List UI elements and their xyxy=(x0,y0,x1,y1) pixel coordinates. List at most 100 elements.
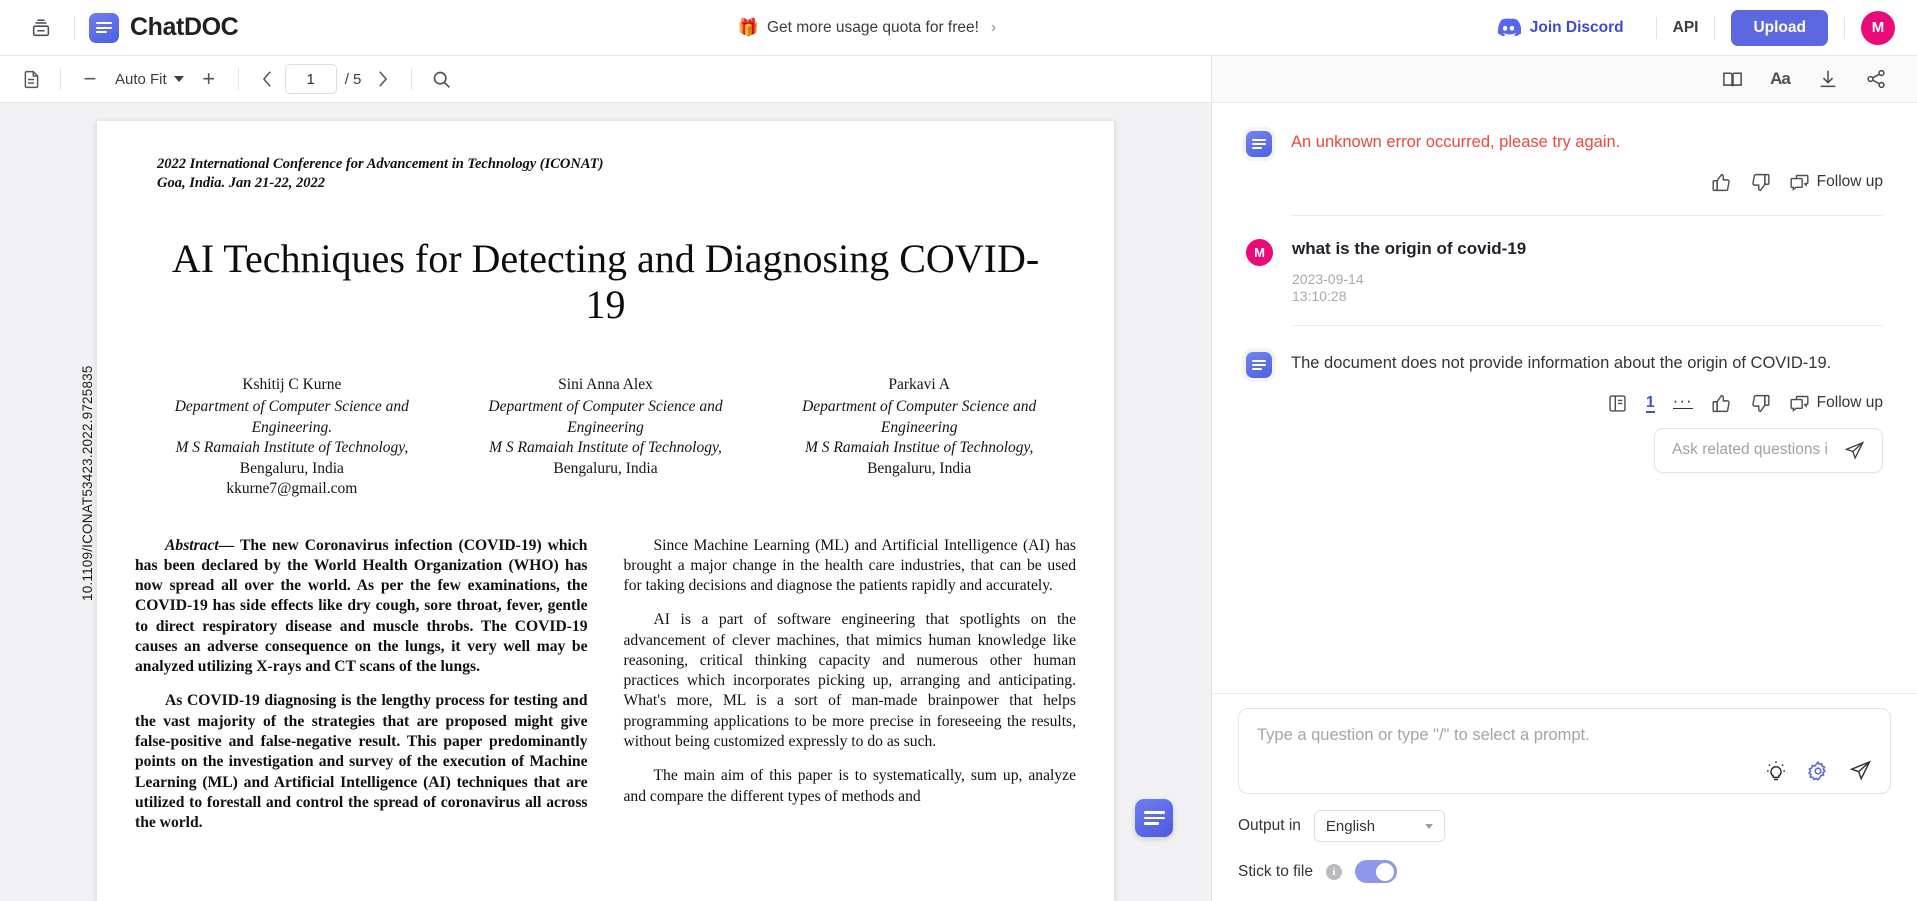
pdf-page: 10.1109/ICONAT53423.2022.9725835 2022 In… xyxy=(80,121,1114,901)
header-divider xyxy=(74,15,75,40)
zoom-out-button[interactable]: − xyxy=(73,62,107,96)
zoom-in-button[interactable]: + xyxy=(192,62,226,96)
upload-button[interactable]: Upload xyxy=(1731,9,1828,46)
message-actions: Follow up xyxy=(1291,172,1883,193)
chatdoc-bot-icon xyxy=(1246,351,1272,378)
download-icon[interactable] xyxy=(1809,62,1847,96)
abstract-paragraph: Abstract— The new Coronavirus infection … xyxy=(135,536,588,678)
avatar[interactable]: M xyxy=(1861,10,1895,45)
zoom-level-select[interactable]: Auto Fit xyxy=(107,66,192,93)
chatdoc-bot-icon xyxy=(1246,131,1272,157)
join-discord-link[interactable]: Join Discord xyxy=(1496,18,1624,37)
message-body: An unknown error occurred, please try ag… xyxy=(1291,129,1883,216)
followup-label: Follow up xyxy=(1816,173,1883,191)
question-body: what is the origin of covid-19 2023-09-1… xyxy=(1292,238,1883,326)
output-language-select[interactable]: English xyxy=(1313,810,1445,842)
book-icon[interactable] xyxy=(1713,62,1751,96)
thumbs-up-icon[interactable] xyxy=(1711,172,1732,193)
doi-vertical-text: 10.1109/ICONAT53423.2022.9725835 xyxy=(80,365,95,601)
followup-button[interactable]: Follow up xyxy=(1789,393,1883,414)
chat-panel: Aa An unknown error occurred, please try… xyxy=(1211,56,1917,901)
more-icon[interactable]: ··· xyxy=(1672,392,1693,410)
zoom-in-label: + xyxy=(202,66,216,91)
author-entry: Parkavi A Department of Computer Science… xyxy=(762,375,1076,500)
toolbar-divider xyxy=(60,68,61,90)
api-link[interactable]: API xyxy=(1673,19,1699,37)
message-actions: 1 ··· Follow up xyxy=(1291,392,1883,414)
intro-paragraph-1: Since Machine Learning (ML) and Artifici… xyxy=(623,536,1077,595)
composer[interactable]: Type a question or type "/" to select a … xyxy=(1238,707,1891,794)
author-city: Bengaluru, India xyxy=(867,459,972,477)
app-root: ChatDOC 🎁 Get more usage quota for free!… xyxy=(0,0,1917,901)
intro-column: Since Machine Learning (ML) and Artifici… xyxy=(624,536,1077,848)
send-icon[interactable] xyxy=(1844,440,1865,461)
output-language-row: Output in English xyxy=(1238,810,1891,842)
search-icon[interactable] xyxy=(424,62,458,96)
document-outline-icon[interactable] xyxy=(14,62,48,96)
intro-paragraph-2: AI is a part of software engineering tha… xyxy=(623,611,1077,750)
stick-to-file-toggle[interactable] xyxy=(1354,860,1397,883)
send-icon[interactable] xyxy=(1849,759,1872,782)
header-divider xyxy=(1714,16,1716,39)
thumbs-up-icon[interactable] xyxy=(1711,393,1732,414)
pdf-viewer: − Auto Fit + / 5 xyxy=(0,56,1211,901)
paper-title: AI Techniques for Detecting and Diagnosi… xyxy=(171,236,1040,328)
related-questions-label: Ask related questions i xyxy=(1672,441,1828,459)
toolbar-divider xyxy=(411,68,413,90)
question-time: 13:10:28 xyxy=(1292,288,1347,305)
thumbs-down-icon[interactable] xyxy=(1750,172,1771,193)
abstract-column: Abstract— The new Coronavirus infection … xyxy=(135,536,588,848)
gear-icon[interactable] xyxy=(1807,760,1829,782)
header-center: 🎁 Get more usage quota for free! › xyxy=(238,18,1495,38)
message-error: An unknown error occurred, please try ag… xyxy=(1212,103,1917,216)
chat-toolbar: Aa xyxy=(1212,56,1917,103)
message-question: M what is the origin of covid-19 2023-09… xyxy=(1212,216,1917,326)
document-scroll-area[interactable]: 10.1109/ICONAT53423.2022.9725835 2022 In… xyxy=(0,103,1211,901)
zoom-out-label: − xyxy=(83,66,97,91)
author-dept: Department of Computer Science and Engin… xyxy=(488,398,723,436)
related-questions-button[interactable]: Ask related questions i xyxy=(1654,427,1883,473)
promo-banner[interactable]: 🎁 Get more usage quota for free! › xyxy=(738,18,996,38)
author-entry: Sini Anna Alex Department of Computer Sc… xyxy=(449,375,763,500)
error-text: An unknown error occurred, please try ag… xyxy=(1291,133,1621,151)
top-header: ChatDOC 🎁 Get more usage quota for free!… xyxy=(0,0,1917,56)
output-language-label: Output in xyxy=(1238,817,1301,834)
font-size-icon[interactable]: Aa xyxy=(1761,62,1799,96)
conference-line-2: Goa, India. Jan 21-22, 2022 xyxy=(157,174,325,191)
reference-number[interactable]: 1 xyxy=(1646,394,1655,413)
avatar: M xyxy=(1246,238,1273,266)
chat-bubble-icon[interactable] xyxy=(1135,799,1173,837)
answer-text: The document does not provide informatio… xyxy=(1291,353,1832,372)
source-page-icon[interactable] xyxy=(1607,393,1628,414)
toolbar-divider xyxy=(237,68,239,90)
author-city: Bengaluru, India xyxy=(553,459,658,477)
author-institute: M S Ramaiah Institute of Technology, xyxy=(175,439,409,457)
authors-block: Kshitij C Kurne Department of Computer S… xyxy=(135,375,1076,500)
sidebar-toggle-button[interactable] xyxy=(22,9,60,47)
author-entry: Kshitij C Kurne Department of Computer S… xyxy=(135,375,449,500)
chat-options: Output in English Stick to file i xyxy=(1212,794,1917,901)
prev-page-button[interactable] xyxy=(251,62,285,96)
promo-text: Get more usage quota for free! xyxy=(766,18,979,36)
followup-label: Follow up xyxy=(1816,394,1883,412)
page-number-input[interactable] xyxy=(284,64,337,94)
followup-button[interactable]: Follow up xyxy=(1789,172,1883,193)
question-text: what is the origin of covid-19 xyxy=(1292,238,1527,258)
main-body: − Auto Fit + / 5 xyxy=(0,56,1917,901)
chat-thread[interactable]: An unknown error occurred, please try ag… xyxy=(1212,103,1917,693)
thumbs-down-icon[interactable] xyxy=(1750,393,1771,414)
paper-columns: Abstract— The new Coronavirus infection … xyxy=(135,536,1076,848)
author-institute: M S Ramaiah Institue of Technology, xyxy=(804,439,1034,457)
discord-label: Join Discord xyxy=(1529,18,1624,36)
next-page-button[interactable] xyxy=(365,62,399,96)
zoom-level-value: Auto Fit xyxy=(115,70,167,88)
brand[interactable]: ChatDOC xyxy=(89,12,239,43)
author-name: Parkavi A xyxy=(888,375,950,393)
share-icon[interactable] xyxy=(1857,62,1895,96)
message-answer: The document does not provide informatio… xyxy=(1212,326,1917,414)
info-icon[interactable]: i xyxy=(1325,863,1342,880)
header-right: Join Discord API Upload M xyxy=(1496,9,1895,46)
question-date: 2023-09-14 xyxy=(1292,270,1364,287)
chat-input[interactable]: Type a question or type "/" to select a … xyxy=(1257,724,1872,747)
lightbulb-icon[interactable] xyxy=(1765,760,1787,782)
